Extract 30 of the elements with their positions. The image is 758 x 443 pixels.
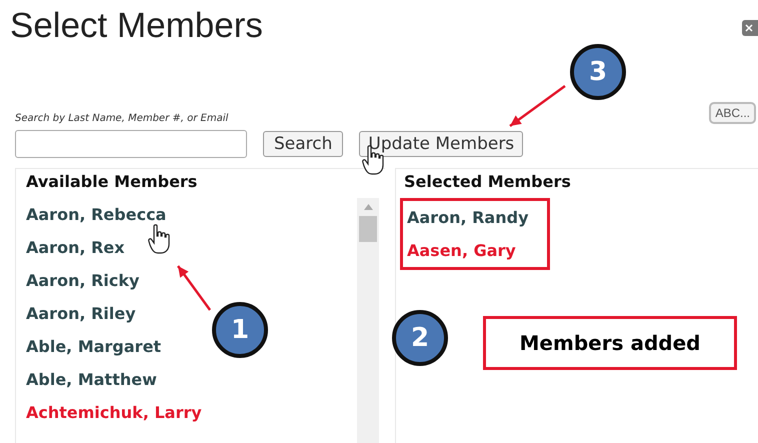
- member-item[interactable]: Able, Matthew: [26, 368, 157, 392]
- hand-cursor-icon: [148, 224, 170, 254]
- selected-member-list[interactable]: Aaron, Randy Aasen, Gary: [400, 198, 550, 270]
- member-item[interactable]: Able, Margaret: [26, 334, 162, 358]
- step-number-badge: 3: [570, 44, 626, 100]
- member-item[interactable]: Aaron, Ricky: [26, 268, 140, 292]
- member-item[interactable]: Aaron, Randy: [407, 206, 528, 230]
- panel-heading: Available Members: [25, 171, 198, 193]
- step-number-badge: 1: [212, 302, 268, 358]
- scroll-thumb[interactable]: [359, 216, 377, 242]
- dialog-title: Select Members: [10, 5, 263, 47]
- member-item[interactable]: Aasen, Gary: [407, 238, 516, 262]
- annotation-arrow: [176, 265, 212, 311]
- member-item[interactable]: Aaron, Riley: [26, 302, 136, 326]
- update-members-button[interactable]: Update Members: [359, 131, 524, 157]
- member-item[interactable]: Achtemichuk, Larry: [26, 400, 202, 424]
- close-button[interactable]: [742, 20, 758, 36]
- close-icon: [745, 24, 753, 32]
- search-field[interactable]: [15, 130, 247, 158]
- member-item[interactable]: Aaron, Rebecca: [26, 202, 166, 226]
- step-number-badge: 2: [392, 310, 448, 366]
- annotation-note: Members added: [483, 316, 737, 370]
- sort-button[interactable]: ABC...: [709, 102, 756, 124]
- member-item[interactable]: Aaron, Rex: [26, 236, 125, 260]
- search-hint: Search by Last Name, Member #, or Email: [15, 112, 228, 126]
- scrollbar[interactable]: [357, 198, 379, 443]
- search-button[interactable]: Search: [263, 131, 344, 157]
- panel-heading: Selected Members: [403, 171, 572, 193]
- scroll-up-icon[interactable]: [364, 204, 372, 210]
- annotation-arrow: [509, 84, 566, 128]
